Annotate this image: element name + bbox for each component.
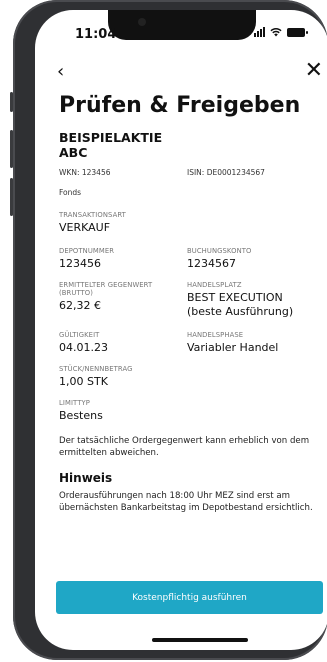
field-label: BUCHUNGSKONTO xyxy=(187,247,252,255)
signal-icon xyxy=(254,27,265,37)
identifier-row: WKN: 123456 ISIN: DE0001234567 xyxy=(59,168,321,177)
field-value: 1,00 STK xyxy=(59,375,108,388)
field-value: VERKAUF xyxy=(59,221,111,234)
field-value: 1234567 xyxy=(187,257,236,270)
field-value: BEST EXECUTION (beste Ausführung) xyxy=(187,291,294,318)
status-icons xyxy=(254,27,308,37)
validity-row: GÜLTIGKEIT 04.01.23 HANDELSPHASE Variabl… xyxy=(59,331,321,355)
field-buchungskonto: BUCHUNGSKONTO 1234567 xyxy=(187,247,321,271)
close-icon[interactable]: ✕ xyxy=(305,60,323,82)
back-chevron-icon[interactable]: ‹ xyxy=(57,63,64,81)
wifi-icon xyxy=(270,27,282,37)
disclaimer-text: Der tatsächliche Ordergegenwert kann erh… xyxy=(59,436,310,458)
order-review-content: Prüfen & Freigeben BEISPIELAKTIE ABC WKN… xyxy=(59,93,321,514)
hint-text: Orderausführungen nach 18:00 Uhr MEZ sin… xyxy=(59,491,313,513)
field-value: 04.01.23 xyxy=(59,341,108,354)
camera-icon xyxy=(138,18,146,26)
depot-row: DEPOTNUMMER 123456 BUCHUNGSKONTO 1234567 xyxy=(59,247,321,271)
instrument-type: Fonds xyxy=(59,188,82,197)
field-handelsplatz: HANDELSPLATZ BEST EXECUTION (beste Ausfü… xyxy=(187,281,321,319)
battery-icon xyxy=(287,27,308,37)
home-indicator[interactable] xyxy=(152,638,248,642)
field-gueltigkeit: GÜLTIGKEIT 04.01.23 xyxy=(59,331,187,355)
field-label: HANDELSPHASE xyxy=(187,331,244,339)
phone-frame: 11:04 ‹ ✕ Prüfen & Freigeben BEISPIELAKT… xyxy=(10,0,327,660)
field-value: Variabler Handel xyxy=(187,341,279,354)
wkn-value: WKN: 123456 xyxy=(59,168,111,177)
field-transaktionsart: TRANSAKTIONSART VERKAUF xyxy=(59,211,321,235)
field-label: STÜCK/NENNBETRAG xyxy=(59,365,133,373)
field-gegenwert: ERMITTELTER GEGENWERT (BRUTTO) 62,32 € xyxy=(59,281,187,319)
field-label: DEPOTNUMMER xyxy=(59,247,115,255)
field-value: Bestens xyxy=(59,409,103,422)
execute-order-button[interactable]: Kostenpflichtig ausführen xyxy=(56,581,323,614)
field-label: LIMITTYP xyxy=(59,399,90,407)
field-label: TRANSAKTIONSART xyxy=(59,211,126,219)
field-label: GÜLTIGKEIT xyxy=(59,331,100,339)
notch xyxy=(108,10,256,40)
field-stueck: STÜCK/NENNBETRAG 1,00 STK xyxy=(59,365,321,389)
field-limittyp: LIMITTYP Bestens xyxy=(59,399,321,423)
field-depotnummer: DEPOTNUMMER 123456 xyxy=(59,247,187,271)
volume-up-button xyxy=(10,130,13,168)
page-title: Prüfen & Freigeben xyxy=(59,93,301,118)
field-handelsphase: HANDELSPHASE Variabler Handel xyxy=(187,331,321,355)
field-label: HANDELSPLATZ xyxy=(187,281,242,289)
instrument-name-line1: BEISPIELAKTIE xyxy=(59,130,163,145)
hint-heading: Hinweis xyxy=(59,471,113,485)
field-label: ERMITTELTER GEGENWERT (BRUTTO) xyxy=(59,281,153,297)
field-value: 123456 xyxy=(59,257,101,270)
mute-switch xyxy=(10,92,13,112)
status-time: 11:04 xyxy=(75,27,117,42)
isin-value: ISIN: DE0001234567 xyxy=(187,168,265,177)
field-value: 62,32 € xyxy=(59,299,101,312)
instrument-name-line2: ABC xyxy=(59,145,88,160)
volume-down-button xyxy=(10,178,13,216)
phone-screen: 11:04 ‹ ✕ Prüfen & Freigeben BEISPIELAKT… xyxy=(35,10,327,650)
value-row: ERMITTELTER GEGENWERT (BRUTTO) 62,32 € H… xyxy=(59,281,321,319)
